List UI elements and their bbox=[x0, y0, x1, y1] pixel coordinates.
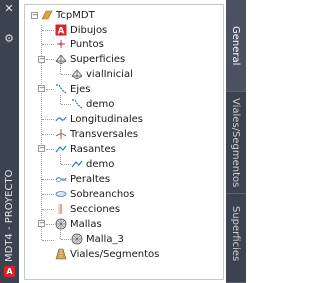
root-expander[interactable]: − bbox=[31, 12, 38, 19]
tree-item-transversales[interactable]: Transversales bbox=[55, 127, 138, 141]
points-icon bbox=[55, 38, 67, 50]
widening-icon bbox=[55, 188, 67, 200]
mallas-expander[interactable]: − bbox=[38, 220, 45, 227]
tree-item-ejes-demo[interactable]: demo bbox=[71, 97, 114, 111]
grade-line-icon bbox=[71, 158, 83, 170]
tree-branch bbox=[42, 240, 54, 241]
tree-branch bbox=[42, 194, 54, 195]
tree-item-label: Rasantes bbox=[70, 143, 116, 155]
autocad-logo-icon[interactable]: A bbox=[4, 266, 15, 277]
tree-item-label: demo bbox=[86, 98, 115, 110]
tree-item-label: vialInicial bbox=[86, 68, 133, 80]
mesh-icon bbox=[71, 233, 83, 245]
tab-superficies[interactable]: Superficies bbox=[226, 194, 246, 283]
surface-icon bbox=[55, 53, 67, 65]
tree-branch bbox=[46, 149, 54, 150]
rasantes-expander[interactable]: − bbox=[38, 145, 45, 152]
tree-branch bbox=[42, 134, 54, 135]
tree-branch bbox=[61, 239, 71, 240]
tree-branch bbox=[42, 119, 54, 120]
tree-item-label: Secciones bbox=[70, 203, 121, 215]
mdt-project-panel: ✕ ⚙ MDT4 - PROYECTO A − TcpMDT A Dibujos bbox=[0, 0, 246, 283]
tree-branch bbox=[42, 179, 54, 180]
panel-title-strip: ✕ ⚙ MDT4 - PROYECTO A bbox=[0, 0, 19, 283]
ejes-expander[interactable]: − bbox=[38, 85, 45, 92]
tree-item-label: Longitudinales bbox=[70, 113, 143, 125]
tree-item-viales-segmentos[interactable]: Viales/Segmentos bbox=[55, 247, 159, 261]
tree-item-peraltes[interactable]: Peraltes bbox=[55, 172, 110, 186]
tree-guide-line bbox=[60, 155, 61, 164]
tree-branch bbox=[42, 30, 54, 31]
grade-line-icon bbox=[55, 143, 67, 155]
tab-viales-segmentos[interactable]: Viales/Segmentos bbox=[226, 92, 246, 194]
tree-item-label: Sobreanchos bbox=[70, 188, 135, 200]
gear-icon[interactable]: ⚙ bbox=[3, 33, 15, 45]
side-tab-bar: General Viales/Segmentos Superficies bbox=[226, 0, 246, 283]
tree-item-label: Peraltes bbox=[70, 173, 111, 185]
tree-item-rasantes[interactable]: Rasantes bbox=[55, 142, 116, 156]
tree-guide-line bbox=[60, 65, 61, 74]
autocad-drawing-icon: A bbox=[55, 24, 67, 36]
tree-item-longitudinales[interactable]: Longitudinales bbox=[55, 112, 143, 126]
surface-icon bbox=[71, 68, 83, 80]
tree-branch bbox=[61, 104, 71, 105]
tab-general[interactable]: General bbox=[226, 0, 246, 92]
tab-label: General bbox=[230, 26, 241, 66]
tree-branch bbox=[46, 89, 54, 90]
tree-branch bbox=[42, 209, 54, 210]
road-icon bbox=[55, 248, 67, 260]
tree-item-sobreanchos[interactable]: Sobreanchos bbox=[55, 187, 135, 201]
tree-branch bbox=[46, 224, 54, 225]
tree-item-label: Dibujos bbox=[70, 24, 108, 36]
tree-item-dibujos[interactable]: A Dibujos bbox=[55, 23, 107, 37]
superelevation-icon bbox=[55, 173, 67, 185]
tree-branch bbox=[61, 74, 71, 75]
tree-item-label: Viales/Segmentos bbox=[70, 248, 160, 260]
tab-label: Superficies bbox=[230, 206, 241, 262]
tree-item-label: Superficies bbox=[70, 53, 126, 65]
tree-item-puntos[interactable]: Puntos bbox=[55, 37, 104, 51]
tree-item-label: Mallas bbox=[70, 218, 102, 230]
tree-item-vialinicial[interactable]: vialInicial bbox=[71, 67, 133, 81]
longitudinal-profile-icon bbox=[55, 113, 67, 125]
tree-item-label: Transversales bbox=[70, 128, 139, 140]
tree-branch bbox=[42, 44, 54, 45]
mesh-icon bbox=[55, 218, 67, 230]
alignment-icon bbox=[71, 98, 83, 110]
tree-item-rasantes-demo[interactable]: demo bbox=[71, 157, 114, 171]
project-icon bbox=[41, 9, 53, 21]
tree-item-label: Puntos bbox=[70, 38, 104, 50]
tree-item-label: demo bbox=[86, 158, 115, 170]
tree-guide-line bbox=[60, 95, 61, 104]
alignment-icon bbox=[55, 83, 67, 95]
tree-branch bbox=[61, 164, 71, 165]
tree-root-tcpmdt[interactable]: TcpMDT bbox=[41, 8, 95, 22]
tree-root-label: TcpMDT bbox=[56, 9, 95, 21]
panel-title: MDT4 - PROYECTO bbox=[4, 169, 15, 262]
project-tree[interactable]: − TcpMDT A Dibujos Puntos − Superficies … bbox=[24, 4, 224, 280]
tab-label: Viales/Segmentos bbox=[230, 98, 241, 188]
cross-section-icon bbox=[55, 128, 67, 140]
svg-text:A: A bbox=[58, 27, 65, 37]
tree-branch bbox=[46, 59, 54, 60]
tree-item-malla-3[interactable]: Malla_3 bbox=[71, 232, 124, 246]
superficies-expander[interactable]: − bbox=[38, 56, 45, 63]
tree-item-label: Ejes bbox=[70, 83, 91, 95]
close-icon[interactable]: ✕ bbox=[3, 3, 15, 15]
tree-item-secciones[interactable]: Secciones bbox=[55, 202, 120, 216]
tree-item-superficies[interactable]: Superficies bbox=[55, 52, 125, 66]
tree-item-label: Malla_3 bbox=[86, 233, 124, 245]
tree-item-ejes[interactable]: Ejes bbox=[55, 82, 90, 96]
tree-guide-line bbox=[60, 230, 61, 239]
sections-icon bbox=[55, 203, 67, 215]
tree-item-mallas[interactable]: Mallas bbox=[55, 217, 102, 231]
